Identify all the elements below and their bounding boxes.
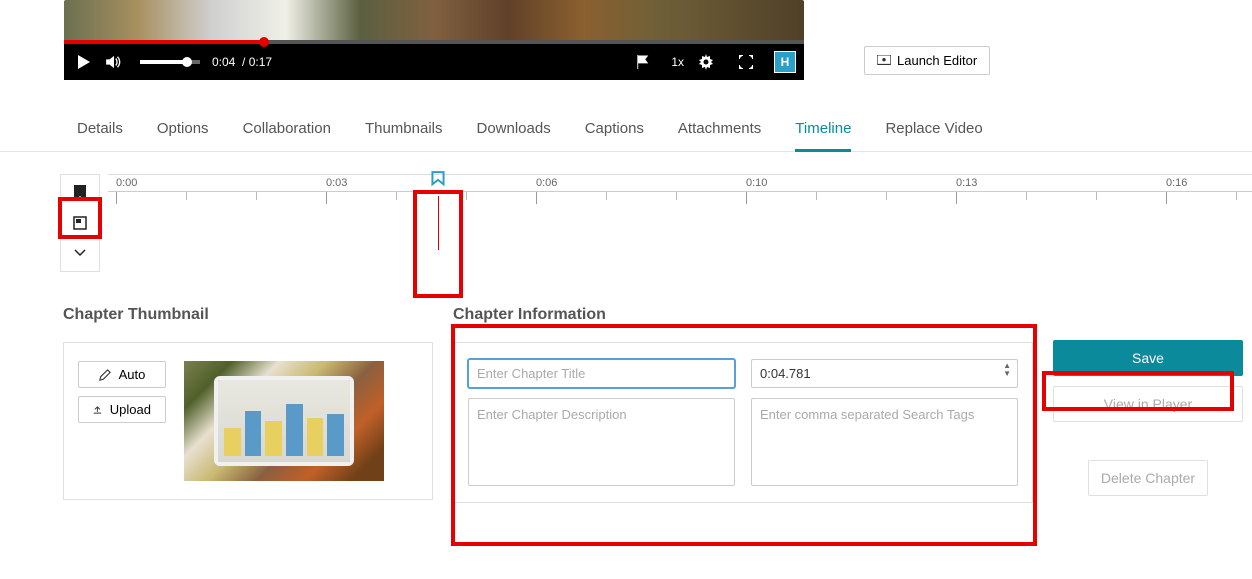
timeline-label: 0:16 xyxy=(1166,177,1187,189)
launch-editor-button[interactable]: Launch Editor xyxy=(864,46,990,75)
chapter-info-title: Chapter Information xyxy=(453,306,1033,324)
tab-downloads[interactable]: Downloads xyxy=(477,120,551,151)
chapter-information-panel: Chapter Information 0:04.781 ▲▼ xyxy=(453,306,1033,503)
tab-collaboration[interactable]: Collaboration xyxy=(243,120,331,151)
tab-replace-video[interactable]: Replace Video xyxy=(885,120,982,151)
timeline-label: 0:13 xyxy=(956,177,977,189)
timeline-label: 0:00 xyxy=(116,177,137,189)
timeline-label: 0:10 xyxy=(746,177,767,189)
flag-icon[interactable] xyxy=(631,55,655,69)
tab-attachments[interactable]: Attachments xyxy=(678,120,761,151)
chapter-thumbnail-panel: Chapter Thumbnail Auto Upload xyxy=(63,306,433,503)
timeline-ruler[interactable]: 0:00 0:03 0:06 0:10 0:13 0:16 xyxy=(108,174,1252,246)
video-preview xyxy=(64,0,804,40)
tabs-bar: Details Options Collaboration Thumbnails… xyxy=(0,80,1252,152)
timeline-label: 0:03 xyxy=(326,177,347,189)
playback-speed[interactable]: 1x xyxy=(671,55,684,69)
fullscreen-icon[interactable] xyxy=(734,55,758,69)
chapter-tags-input[interactable] xyxy=(751,398,1018,486)
progress-track[interactable] xyxy=(64,40,804,44)
tab-timeline[interactable]: Timeline xyxy=(795,120,851,152)
volume-slider[interactable] xyxy=(140,60,200,64)
view-in-player-button[interactable]: View in Player xyxy=(1053,386,1243,422)
chevron-down-icon[interactable] xyxy=(64,239,96,267)
bookmark-tool-icon[interactable] xyxy=(64,179,96,207)
delete-chapter-button[interactable]: Delete Chapter xyxy=(1088,460,1208,496)
auto-thumbnail-button[interactable]: Auto xyxy=(78,361,166,388)
chapter-description-input[interactable] xyxy=(468,398,735,486)
chapter-title-input[interactable] xyxy=(468,359,735,388)
tab-thumbnails[interactable]: Thumbnails xyxy=(365,120,443,151)
thumbnail-preview xyxy=(184,361,384,481)
controls-bar: 0:04 / 0:17 1x H xyxy=(64,44,804,80)
brand-badge[interactable]: H xyxy=(774,51,796,73)
tab-options[interactable]: Options xyxy=(157,120,209,151)
time-display: 0:04 / 0:17 xyxy=(212,55,272,69)
tab-captions[interactable]: Captions xyxy=(585,120,644,151)
save-button[interactable]: Save xyxy=(1053,340,1243,376)
tab-details[interactable]: Details xyxy=(77,120,123,151)
volume-icon[interactable] xyxy=(102,55,126,69)
chapter-marker[interactable] xyxy=(430,171,446,250)
slide-tool-icon[interactable] xyxy=(64,209,96,237)
timeline-tools xyxy=(60,174,100,272)
upload-thumbnail-button[interactable]: Upload xyxy=(78,396,166,423)
chapter-time-input[interactable]: 0:04.781 ▲▼ xyxy=(751,359,1018,388)
video-player: 0:04 / 0:17 1x H xyxy=(64,0,804,80)
play-icon[interactable] xyxy=(72,55,96,69)
chapter-thumbnail-title: Chapter Thumbnail xyxy=(63,306,433,324)
settings-icon[interactable] xyxy=(694,54,718,70)
timeline-label: 0:06 xyxy=(536,177,557,189)
actions-panel: Save View in Player Delete Chapter xyxy=(1053,306,1243,503)
